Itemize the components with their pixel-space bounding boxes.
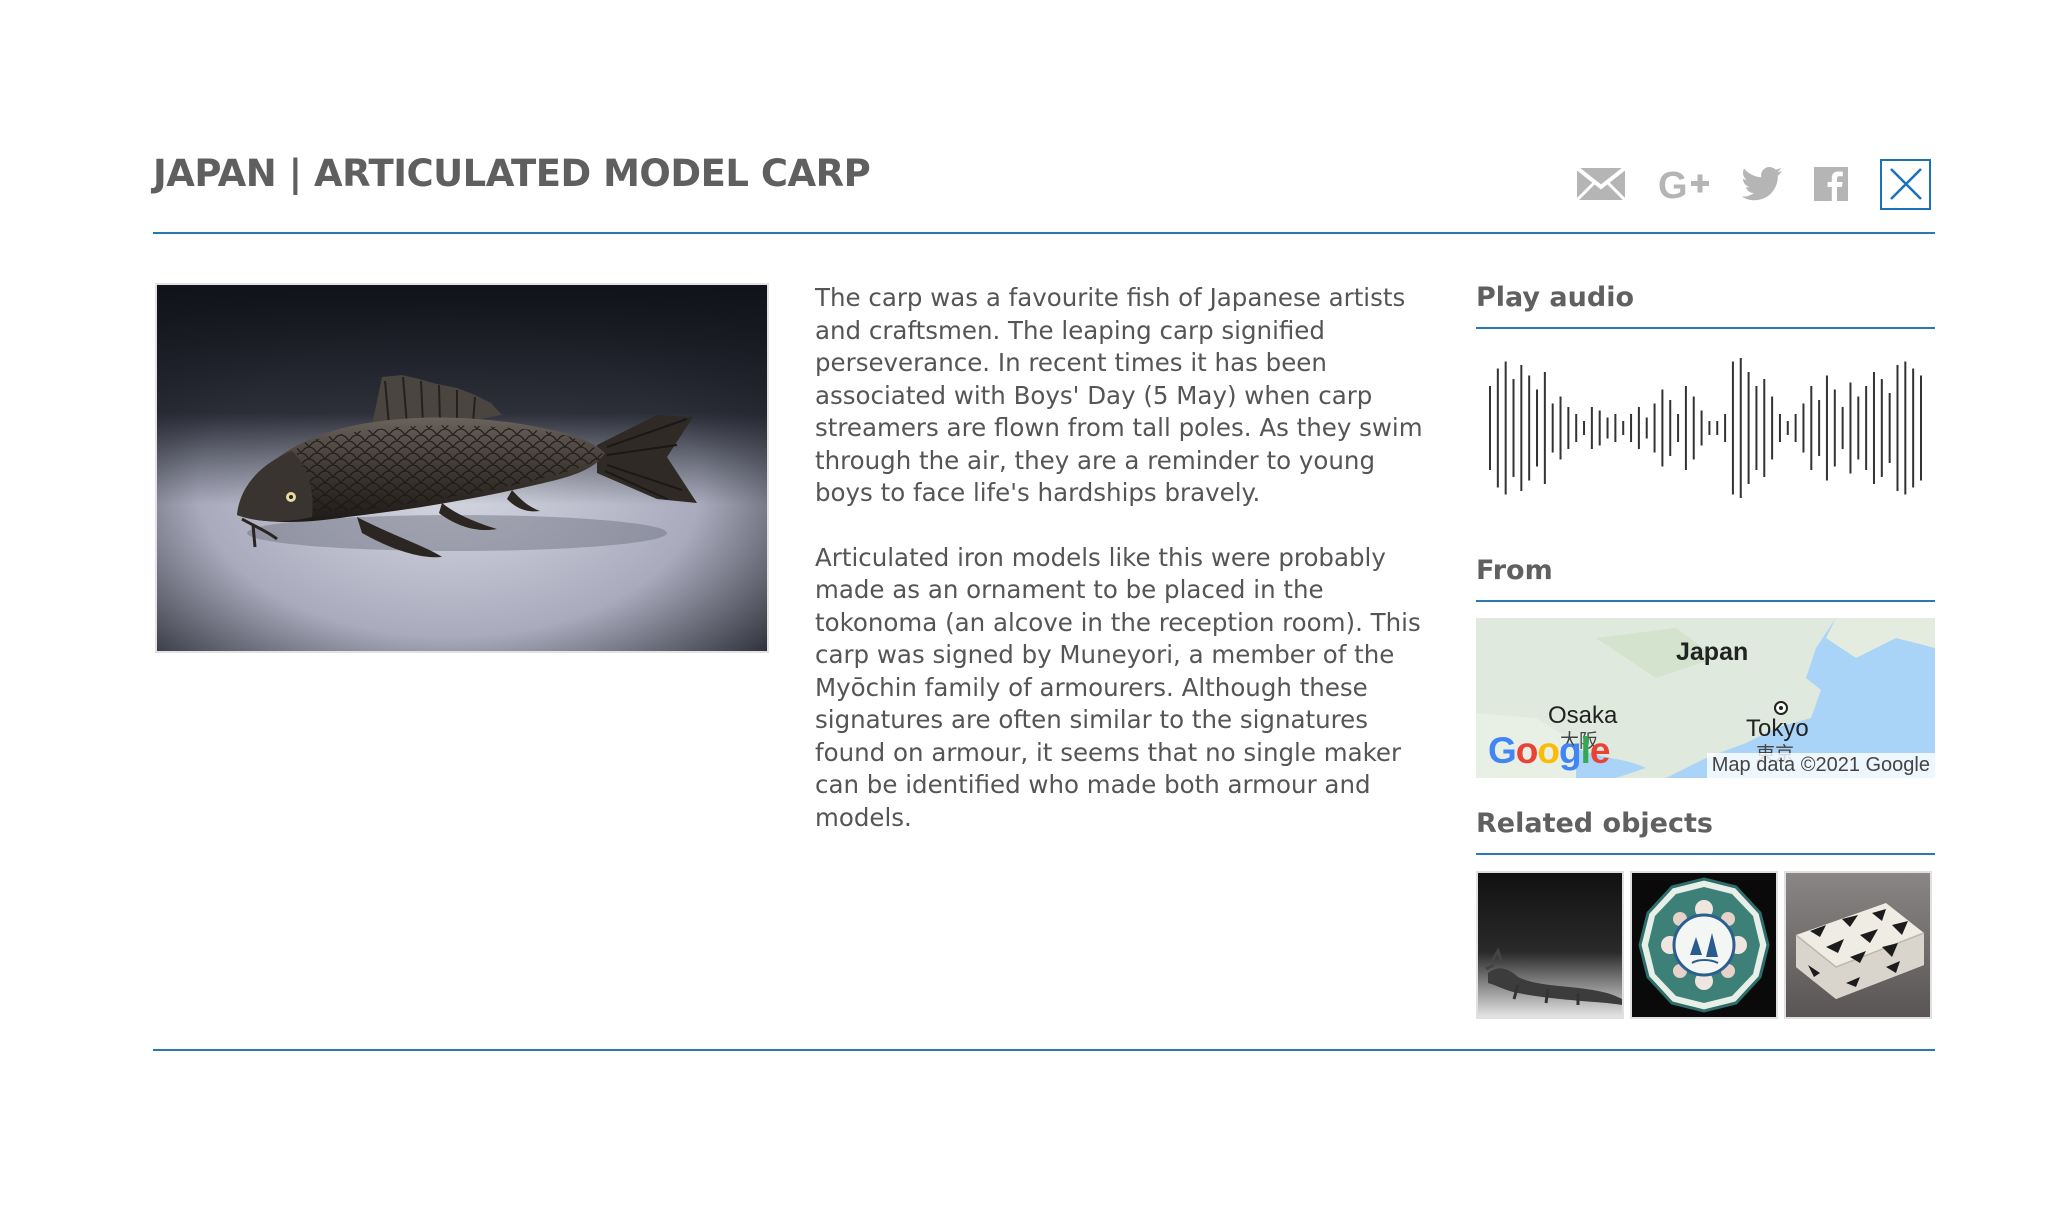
related-object-dragon[interactable] xyxy=(1476,871,1624,1019)
page-title: JAPAN | ARTICULATED MODEL CARP xyxy=(153,152,871,195)
email-icon[interactable] xyxy=(1576,167,1626,201)
dragon-figure-thumbnail xyxy=(1478,873,1622,1017)
facebook-icon[interactable] xyxy=(1814,167,1848,201)
description-paragraph: Articulated iron models like this were p… xyxy=(815,542,1421,832)
map-pin xyxy=(1774,701,1788,715)
google-logo-letter: o xyxy=(1537,730,1560,771)
header-divider xyxy=(153,232,1935,234)
description: The carp was a favourite fish of Japanes… xyxy=(815,282,1435,866)
carp-photo xyxy=(157,285,767,651)
share-bar: G xyxy=(1576,156,1935,212)
related-objects-heading: Related objects xyxy=(1476,808,1935,855)
google-logo-letter: G xyxy=(1488,730,1517,771)
location-map[interactable]: Japan Osaka 大阪 Tokyo 東京 Google Map data … xyxy=(1476,618,1935,778)
related-objects-list xyxy=(1476,871,1935,1019)
footer-divider xyxy=(153,1049,1935,1051)
description-paragraph: The carp was a favourite fish of Japanes… xyxy=(815,283,1423,507)
lacquer-box-thumbnail xyxy=(1786,873,1930,1017)
porcelain-dish-thumbnail xyxy=(1632,873,1776,1017)
close-icon xyxy=(1889,168,1922,200)
twitter-icon[interactable] xyxy=(1742,167,1782,201)
svg-text:G: G xyxy=(1658,166,1688,202)
google-plus-icon[interactable]: G xyxy=(1658,166,1710,202)
google-logo[interactable]: Google xyxy=(1488,730,1611,772)
close-button[interactable] xyxy=(1880,158,1931,210)
sidebar: Play audio From Japan Osaka 大阪 Tokyo 東京 … xyxy=(1476,282,1935,1019)
related-object-dish[interactable] xyxy=(1630,871,1778,1019)
artwork-image xyxy=(155,283,769,653)
play-audio-heading: Play audio xyxy=(1476,282,1935,329)
map-attribution: Map data ©2021 Google xyxy=(1706,753,1935,778)
modal-header: JAPAN | ARTICULATED MODEL CARP G xyxy=(153,152,1935,232)
google-logo-letter: l xyxy=(1580,730,1591,771)
from-heading: From xyxy=(1476,555,1935,602)
google-logo-letter: e xyxy=(1589,730,1611,771)
google-logo-letter: g xyxy=(1559,730,1582,771)
map-label-country: Japan xyxy=(1676,638,1749,666)
related-object-box[interactable] xyxy=(1784,871,1932,1019)
google-logo-letter: o xyxy=(1515,730,1539,771)
audio-waveform[interactable] xyxy=(1476,353,1935,503)
